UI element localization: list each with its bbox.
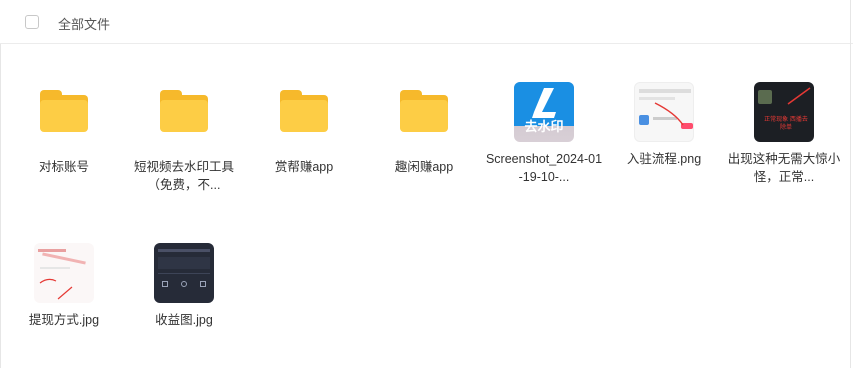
file-item-image[interactable]: 正常现象 西播去除单 出现这种无需大惊小怪，正常...	[725, 82, 843, 186]
folder-icon	[34, 90, 94, 150]
folder-icon	[154, 90, 214, 150]
divider	[850, 0, 851, 368]
file-item-image[interactable]: 收益图.jpg	[125, 243, 243, 329]
file-name: 出现这种无需大惊小怪，正常...	[727, 152, 841, 184]
arrow-icon	[654, 102, 684, 126]
arrow-icon	[787, 87, 811, 105]
select-all-checkbox[interactable]	[25, 15, 39, 29]
file-name: 短视频去水印工具（免费，不...	[133, 160, 234, 192]
thumbnail-text: 去水印	[524, 119, 564, 134]
thumbnail-text: 正常现象 西播去除单	[764, 117, 808, 131]
file-name: 入驻流程.png	[626, 152, 702, 166]
file-name: 对标账号	[38, 160, 89, 174]
file-name: Screenshot_2024-01-19-10-...	[485, 152, 603, 184]
file-name: 赏帮赚app	[274, 160, 334, 174]
file-item-image[interactable]: 去水印 Screenshot_2024-01-19-10-...	[485, 82, 603, 186]
file-item-image[interactable]: 入驻流程.png	[605, 82, 723, 168]
image-thumbnail	[154, 243, 214, 303]
image-thumbnail	[34, 243, 94, 303]
image-thumbnail: 去水印	[514, 82, 574, 142]
file-name: 提现方式.jpg	[28, 313, 100, 327]
image-thumbnail	[634, 82, 694, 142]
folder-icon	[394, 90, 454, 150]
file-list-header: 全部文件	[0, 0, 853, 44]
file-name: 趣闲赚app	[394, 160, 454, 174]
file-name: 收益图.jpg	[155, 313, 213, 327]
arrow-icon	[39, 278, 73, 300]
file-item-folder[interactable]: 赏帮赚app	[245, 82, 363, 176]
file-item-folder[interactable]: 趣闲赚app	[365, 82, 483, 176]
image-thumbnail: 正常现象 西播去除单	[754, 82, 814, 142]
folder-icon	[274, 90, 334, 150]
file-item-folder[interactable]: 短视频去水印工具（免费，不...	[125, 82, 243, 194]
all-files-label: 全部文件	[58, 17, 111, 32]
file-item-folder[interactable]: 对标账号	[5, 82, 123, 176]
divider	[0, 44, 1, 368]
file-item-image[interactable]: 提现方式.jpg	[5, 243, 123, 329]
